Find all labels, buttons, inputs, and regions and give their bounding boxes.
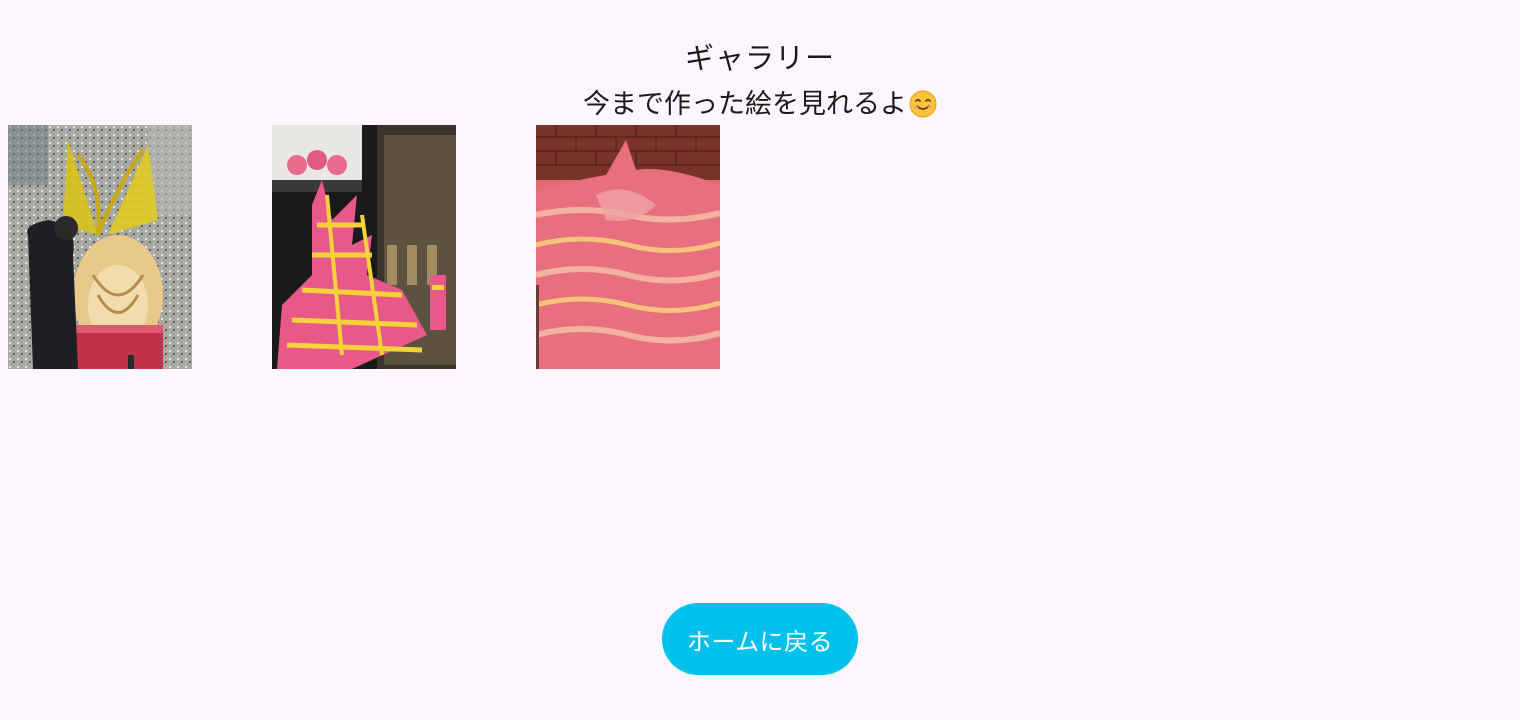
gallery-thumbnail-1[interactable]: [8, 125, 192, 369]
page-subtitle: 今まで作った絵を見れるよ: [0, 85, 1520, 125]
smiling-face-emoji-icon: [909, 90, 937, 118]
home-button[interactable]: ホームに戻る: [662, 603, 858, 675]
gallery-thumbnail-2[interactable]: [272, 125, 456, 369]
wave-artwork-thumbnail-icon: [536, 125, 720, 369]
gallery-thumbnail-3[interactable]: [536, 125, 720, 369]
subtitle-text: 今まで作った絵を見れるよ: [583, 89, 907, 120]
page-title: ギャラリー: [684, 41, 835, 75]
castle-artwork-thumbnail-icon: [272, 125, 456, 369]
phoenix-artwork-thumbnail-icon: [8, 125, 192, 369]
